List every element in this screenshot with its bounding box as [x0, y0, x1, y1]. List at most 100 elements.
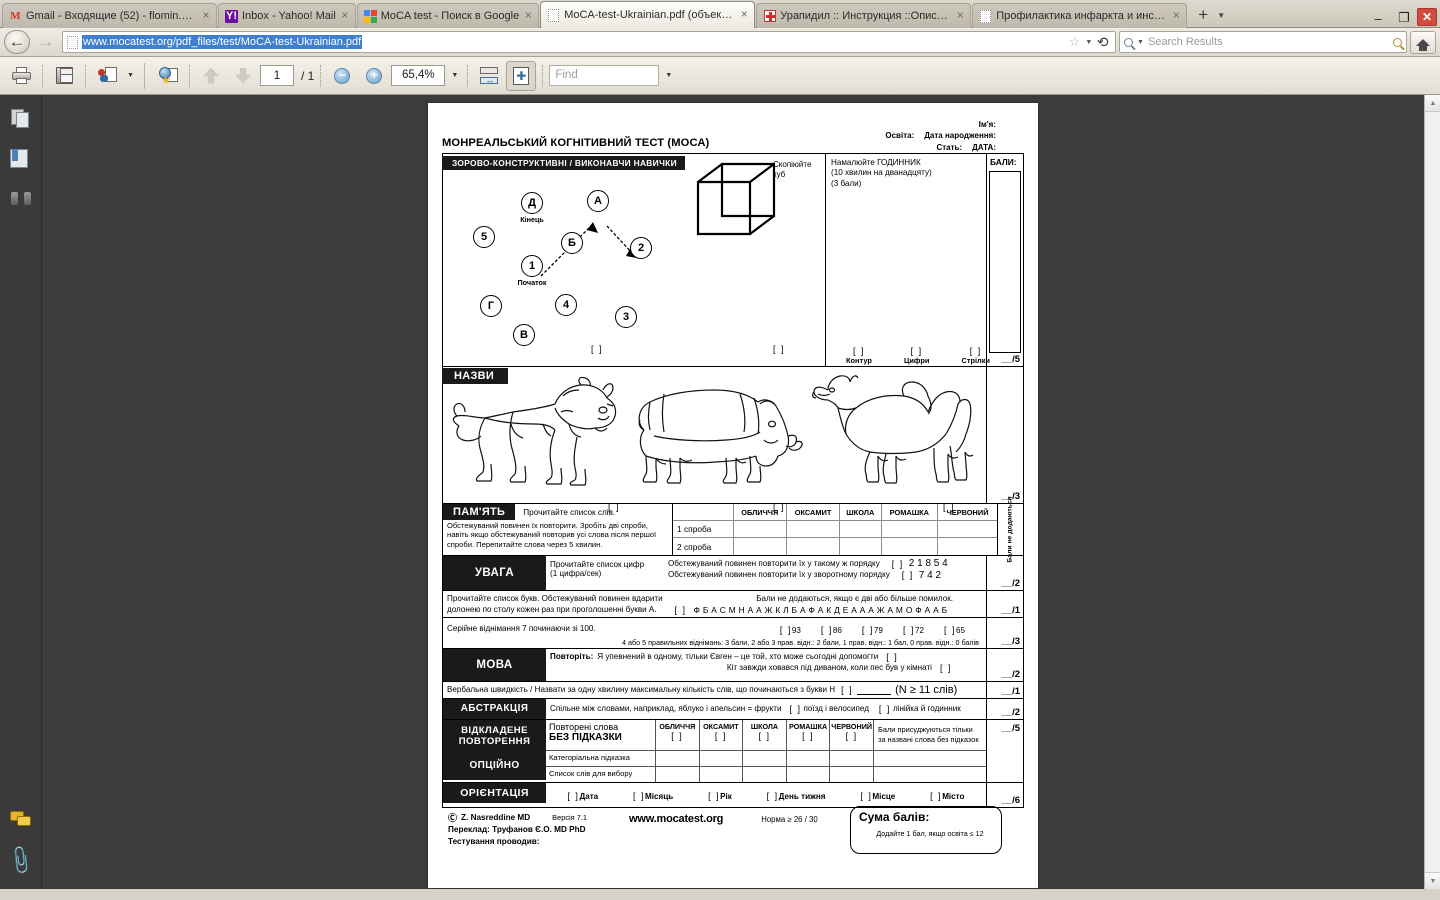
browser-tab-yahoo[interactable]: Y! Inbox - Yahoo! Mail ×	[218, 3, 356, 28]
zoom-out-button[interactable]: −	[327, 61, 357, 91]
forward-icon[interactable]: →	[33, 30, 59, 54]
next-page-button[interactable]	[228, 61, 258, 91]
restore-button[interactable]: ❐	[1391, 8, 1417, 28]
zoom-chevron-icon[interactable]: ▼	[447, 61, 461, 91]
memory-cell[interactable]	[880, 537, 939, 555]
close-icon[interactable]: ×	[1170, 9, 1182, 22]
cue-cell[interactable]	[830, 750, 874, 766]
comments-icon[interactable]	[9, 811, 32, 829]
home-button[interactable]	[1410, 30, 1436, 54]
close-icon[interactable]: ×	[200, 9, 212, 22]
new-tab-button[interactable]: +	[1192, 4, 1214, 26]
bookmark-star-icon[interactable]: ☆	[1069, 34, 1081, 50]
browser-tab-urapidil[interactable]: Урапидил :: Инструкция ::Описа... ×	[756, 3, 972, 28]
fit-page-button[interactable]	[506, 60, 537, 91]
orientation-band: ОРІЄНТАЦІЯ	[443, 782, 546, 803]
pdf-page-canvas[interactable]: МОНРЕАЛЬСЬКИЙ КОГНІТИВНИЙ ТЕСТ (МОСА) Ім…	[42, 95, 1424, 889]
browser-tab-moca-pdf[interactable]: MoCA-test-Ukrainian.pdf (объект ... ×	[540, 1, 756, 28]
abstraction-text: Спільне між словами, наприклад, яблуко і…	[550, 704, 782, 714]
tab-title: Inbox - Yahoo! Mail	[242, 10, 336, 22]
memory-cell[interactable]	[732, 537, 788, 555]
memory-cell[interactable]	[839, 537, 882, 555]
close-window-button[interactable]: ✕	[1417, 8, 1437, 26]
abstraction-bracket-2: [ ]	[878, 703, 891, 714]
chevron-down-icon[interactable]: ▼	[1085, 39, 1092, 46]
navigation-bar: ← → www.mocatest.org/pdf_files/test/MoCA…	[0, 28, 1440, 57]
browser-tab-gmail[interactable]: M Gmail - Входящие (52) - flomin.yur... …	[2, 3, 217, 28]
find-input[interactable]: Find	[549, 65, 660, 86]
bookmarks-icon[interactable]	[9, 149, 32, 171]
letters-line2: долонею по столу кожен раз при проголоше…	[447, 605, 657, 615]
save-button[interactable]	[49, 61, 79, 91]
language-band: МОВА	[443, 648, 546, 681]
search-submit-icon[interactable]	[1393, 37, 1402, 47]
back-icon[interactable]: ←	[4, 30, 30, 54]
close-icon[interactable]: ×	[738, 8, 750, 21]
zoom-in-button[interactable]: +	[359, 61, 389, 91]
orientation-score-column: __/6	[986, 782, 1023, 807]
cue-cell[interactable]	[787, 750, 831, 766]
document-icon	[547, 8, 560, 22]
close-icon[interactable]: ×	[339, 9, 351, 22]
memory-cell[interactable]	[937, 520, 997, 539]
attention-instruction: Прочитайте список цифр (1 цифра/сек)	[550, 559, 645, 579]
sign-chevron-icon[interactable]: ▼	[124, 61, 136, 91]
search-bar[interactable]: ▼ Search Results	[1119, 31, 1407, 53]
abstraction-section: АБСТРАКЦІЯ Спільне між словами, наприкла…	[442, 698, 1024, 720]
cue-cell[interactable]	[656, 766, 700, 782]
scroll-up-icon[interactable]: ▲	[1425, 95, 1440, 112]
search-engine-chevron-icon[interactable]: ▼	[1137, 39, 1144, 46]
cue-cell[interactable]	[743, 766, 787, 782]
previous-page-button[interactable]	[196, 61, 226, 91]
medical-icon	[763, 10, 776, 23]
memory-cell[interactable]	[786, 520, 841, 539]
browser-tab-google[interactable]: MoCA test - Поиск в Google ×	[356, 3, 540, 28]
abstraction-bracket-1: [ ]	[789, 703, 802, 714]
url-text: www.mocatest.org/pdf_files/test/MoCA-tes…	[82, 35, 363, 49]
attention-section: УВАГА Прочитайте список цифр (1 цифра/се…	[442, 555, 1024, 591]
serial7-answer-4: 72	[914, 625, 924, 635]
memory-cell[interactable]	[937, 537, 997, 555]
memory-cell[interactable]	[839, 520, 882, 539]
attachment-paperclip-icon[interactable]: 📎	[4, 845, 37, 877]
website-link[interactable]: www.mocatest.org	[629, 813, 723, 848]
pdf-sidebar: 📎	[0, 95, 42, 889]
sign-document-button[interactable]	[92, 61, 122, 91]
cue-cell[interactable]	[700, 750, 744, 766]
cue-cell[interactable]	[700, 766, 744, 782]
print-button[interactable]	[6, 61, 36, 91]
clock-contour-label: Контур	[846, 355, 872, 365]
cue-cell[interactable]	[830, 766, 874, 782]
abstraction-band: АБСТРАКЦІЯ	[443, 698, 546, 719]
lion-bracket: [ ]	[608, 501, 621, 512]
page-number-input[interactable]: 1	[260, 65, 294, 86]
reload-icon[interactable]: ⟳	[1097, 34, 1109, 51]
memory-cell[interactable]	[880, 520, 939, 539]
find-chevron-icon[interactable]: ▼	[661, 61, 675, 91]
share-button[interactable]	[153, 61, 183, 91]
cue-cell[interactable]	[787, 766, 831, 782]
scroll-down-icon[interactable]: ▼	[1425, 872, 1440, 889]
cue-cell[interactable]	[656, 750, 700, 766]
fit-width-button[interactable]	[474, 61, 504, 91]
close-icon[interactable]: ×	[954, 9, 966, 22]
address-bar[interactable]: www.mocatest.org/pdf_files/test/MoCA-tes…	[62, 31, 1116, 53]
browser-tab-profilaktika[interactable]: Профилактика инфаркта и инсул... ×	[972, 3, 1188, 28]
binoculars-icon[interactable]	[9, 191, 32, 206]
tab-list-chevron-icon[interactable]: ▼	[1214, 4, 1228, 26]
search-placeholder: Search Results	[1147, 36, 1223, 48]
close-icon[interactable]: ×	[522, 9, 534, 22]
serial7-answer-2: 86	[832, 625, 842, 635]
fit-page-icon	[513, 66, 530, 85]
vertical-scrollbar[interactable]: ▲ ▼	[1424, 95, 1440, 889]
memory-cell[interactable]	[786, 537, 841, 555]
minimize-button[interactable]: –	[1365, 8, 1391, 28]
cue-cell[interactable]	[743, 750, 787, 766]
page-thumbnails-icon[interactable]	[10, 109, 31, 129]
language-score: __/2	[1001, 668, 1021, 680]
fluency-blank-line[interactable]	[857, 685, 892, 695]
memory-cell[interactable]	[732, 520, 788, 539]
printer-icon	[11, 67, 31, 84]
pdf-page: МОНРЕАЛЬСЬКИЙ КОГНІТИВНИЙ ТЕСТ (МОСА) Ім…	[428, 103, 1038, 888]
zoom-level-input[interactable]: 65,4%	[391, 65, 446, 86]
